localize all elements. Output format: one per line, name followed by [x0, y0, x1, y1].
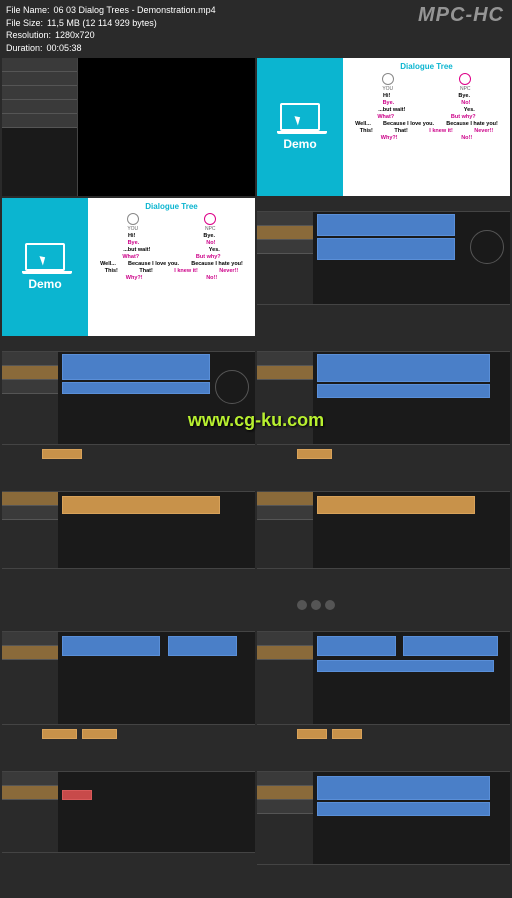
demo-label: Demo: [283, 137, 316, 151]
tree-head-npc: NPC: [204, 213, 216, 232]
audio-clip: [297, 449, 332, 459]
knob: [325, 600, 335, 610]
audio-clip: [332, 729, 362, 739]
track-row: [257, 492, 313, 506]
track-row: [257, 800, 313, 814]
knob: [297, 600, 307, 610]
tree-head-npc: NPC: [459, 73, 471, 92]
audio-clip: [62, 354, 210, 380]
audio-clip: [317, 802, 491, 816]
track-row: [2, 786, 58, 800]
track-row: [257, 646, 313, 660]
track-row: [2, 506, 58, 520]
demo-panel: Demo: [2, 198, 88, 336]
file-info: File Name: 06 03 Dialog Trees - Demonstr…: [6, 4, 216, 54]
track-row: [257, 506, 313, 520]
track-row: [2, 632, 58, 646]
audio-clip: [317, 636, 396, 656]
audio-clip: [317, 776, 491, 800]
file-size-value: 11,5 MB (12 114 929 bytes): [47, 17, 157, 30]
audio-clip: [317, 660, 495, 672]
thumbnail-2[interactable]: Demo Dialogue Tree YOU NPC Hi!Bye. Bye.N…: [257, 58, 510, 196]
tree-title: Dialogue Tree: [349, 62, 504, 71]
jog-wheel: [470, 230, 504, 264]
audio-clip: [42, 449, 82, 459]
tree-head-you: YOU: [127, 213, 139, 232]
thumbnail-6[interactable]: [257, 338, 510, 476]
file-size-label: File Size:: [6, 17, 43, 30]
audio-clip: [297, 729, 327, 739]
audio-clip: [317, 214, 455, 236]
audio-clip: [62, 496, 220, 514]
audio-clip: [62, 382, 210, 394]
track-row: [257, 786, 313, 800]
tree-head-you: YOU: [382, 73, 394, 92]
jog-wheel: [215, 370, 249, 404]
file-name-value: 06 03 Dialog Trees - Demonstration.mp4: [54, 4, 216, 17]
audio-clip: [62, 636, 161, 656]
track-row: [257, 352, 313, 366]
thumbnail-11[interactable]: [2, 758, 255, 896]
track-row: [2, 114, 77, 128]
track-row: [2, 72, 77, 86]
thumbnail-3[interactable]: Demo Dialogue Tree YOU NPC Hi!Bye. Bye.N…: [2, 198, 255, 336]
knob: [311, 600, 321, 610]
audio-clip: [168, 636, 237, 656]
audio-clip: [317, 354, 491, 382]
laptop-icon: [280, 103, 320, 131]
thumbnail-1[interactable]: [2, 58, 255, 196]
app-logo: MPC-HC: [418, 4, 504, 27]
track-row: [2, 492, 58, 506]
track-row: [257, 240, 313, 254]
thumbnail-grid: Demo Dialogue Tree YOU NPC Hi!Bye. Bye.N…: [0, 56, 512, 898]
track-row: [2, 100, 77, 114]
track-row: [2, 380, 58, 394]
audio-clip: [403, 636, 498, 656]
track-row: [257, 772, 313, 786]
audio-clip: [62, 790, 92, 800]
duration-label: Duration:: [6, 42, 43, 55]
dialogue-tree: Dialogue Tree YOU NPC Hi!Bye. Bye.No! ..…: [343, 58, 510, 196]
thumbnail-4[interactable]: [257, 198, 510, 336]
duration-value: 00:05:38: [47, 42, 82, 55]
laptop-icon: [25, 243, 65, 271]
audio-clip: [82, 729, 117, 739]
dialogue-tree: Dialogue Tree YOU NPC Hi!Bye. Bye.No! ..…: [88, 198, 255, 336]
thumbnail-12[interactable]: [257, 758, 510, 896]
thumbnail-8[interactable]: [257, 478, 510, 616]
thumbnail-9[interactable]: [2, 618, 255, 756]
track-row: [2, 58, 77, 72]
track-row: [2, 772, 58, 786]
tree-title: Dialogue Tree: [94, 202, 249, 211]
demo-label: Demo: [28, 277, 61, 291]
thumbnail-5[interactable]: [2, 338, 255, 476]
track-row: [2, 352, 58, 366]
audio-clip: [317, 384, 491, 398]
track-row: [2, 646, 58, 660]
track-row: [257, 212, 313, 226]
track-row: [2, 366, 58, 380]
audio-clip: [42, 729, 77, 739]
track-row: [257, 226, 313, 240]
audio-clip: [317, 238, 455, 260]
track-row: [2, 86, 77, 100]
file-name-label: File Name:: [6, 4, 50, 17]
thumbnail-7[interactable]: [2, 478, 255, 616]
audio-clip: [317, 496, 475, 514]
track-row: [257, 632, 313, 646]
thumbnail-10[interactable]: [257, 618, 510, 756]
track-row: [257, 366, 313, 380]
demo-panel: Demo: [257, 58, 343, 196]
resolution-value: 1280x720: [55, 29, 95, 42]
resolution-label: Resolution:: [6, 29, 51, 42]
